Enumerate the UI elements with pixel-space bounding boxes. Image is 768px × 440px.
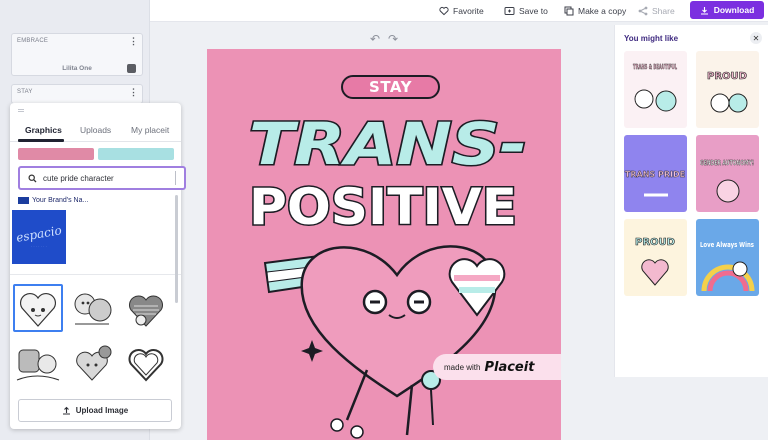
graphic-thumb-3[interactable] [121,284,171,332]
suggestion-thumbnail: GENDER AUTONOMY! [700,159,754,203]
more-options-icon[interactable]: ⋮ [129,87,138,98]
heart-character-icon [19,292,57,327]
layer-label: STAY [17,89,33,95]
headline-line-1: TRANS- [249,110,527,178]
download-icon [700,6,708,15]
suggestion-card-text: PROUD [707,71,747,82]
layer-card-stay[interactable]: STAY ⋮ [11,84,143,104]
suggestion-thumbnail: TRANS PRIDE [625,170,685,197]
brand-kit-row[interactable]: Your Brand's Na... [18,197,88,204]
search-input[interactable] [43,173,171,183]
heart-flag-icon [129,295,163,327]
panel-scrollbar[interactable] [175,195,178,303]
favorite-button[interactable]: Favorite [439,3,484,18]
more-options-icon[interactable]: ⋮ [129,36,138,47]
brand-name: Your Brand's Na... [32,197,89,204]
placeit-watermark: made with Placeit [433,354,561,380]
color-swatch-teal[interactable] [98,148,174,160]
heart-character-illustration[interactable] [207,220,561,440]
undo-icon[interactable]: ↶ [370,32,380,46]
suggestion-card-5[interactable]: PROUD [624,219,687,296]
character-group-icon [74,293,112,325]
suggestion-thumbnail: Love Always Wins [700,241,755,292]
character-scene-icon [16,349,60,381]
upload-icon [62,406,70,415]
suggestion-card-text: Love Always Wins [700,241,754,249]
brand-logo-text: espacio [15,222,63,245]
section-divider [10,274,181,275]
layer-label: EMBRACE [17,38,49,44]
tab-graphics[interactable]: Graphics [25,125,62,135]
suggestion-card-text: GENDER AUTONOMY! [700,159,754,167]
stay-text[interactable]: STAY [341,75,440,99]
search-icon [28,174,37,182]
suggestions-title: You might like [624,34,679,43]
brand-logo[interactable]: espacio · · · · · · · [12,210,66,264]
upload-image-label: Upload Image [75,406,129,415]
heart-doodle-icon [76,345,112,381]
suggestion-card-text: TRANS & BEAUTIFUL [633,63,677,71]
design-canvas[interactable]: STAY TRANS- POSITIVE made with Placeit [207,49,561,440]
search-separator [175,171,176,185]
share-icon [638,6,648,15]
suggestion-card-6[interactable]: Love Always Wins [696,219,759,296]
share-button[interactable]: Share [638,3,675,18]
suggestions-panel: You might like ✕ TRANS & BEAUTIFUL PROUD… [614,25,768,377]
layer-font-name: Lilita One [62,65,92,72]
heart-outline-icon [128,349,164,382]
search-box[interactable] [18,166,186,190]
graphic-thumb-heart-selected[interactable] [13,284,63,332]
download-label: Download [713,5,755,15]
suggestion-card-4[interactable]: GENDER AUTONOMY! [696,135,759,212]
make-copy-label: Make a copy [578,5,627,16]
suggestion-card-text: PROUD [635,237,675,248]
graphics-panel: Graphics Uploads My placeit Your Brand's… [10,103,186,429]
upload-image-button[interactable]: Upload Image [18,399,172,422]
download-button[interactable]: Download [690,1,764,19]
watermark-prefix: made with [444,362,481,372]
suggestion-card-2[interactable]: PROUD [696,51,759,128]
suggestion-card-3[interactable]: TRANS PRIDE [624,135,687,212]
copy-icon [564,6,574,15]
close-icon[interactable]: ✕ [750,32,762,44]
save-to-button[interactable]: Save to [504,3,548,18]
make-copy-button[interactable]: Make a copy [564,3,626,18]
redo-icon[interactable]: ↷ [388,32,398,46]
watermark-brand: Placeit [484,359,535,375]
color-swatch-pink[interactable] [18,148,94,160]
layer-card-embrace[interactable]: EMBRACE ⋮ Lilita One [11,33,143,76]
tab-my-placeit[interactable]: My placeit [131,125,169,135]
share-label: Share [652,5,675,16]
suggestion-thumbnail: TRANS & BEAUTIFUL [633,63,677,112]
save-to-label: Save to [519,5,548,16]
brand-logo-subtext: · · · · · · · [31,243,47,248]
layer-color-swatch[interactable] [127,64,136,73]
brand-thumbnail-icon [18,197,29,204]
heart-icon [439,6,449,15]
favorite-label: Favorite [453,5,484,16]
graphic-thumb-2[interactable] [67,284,117,332]
graphic-thumb-5[interactable] [67,340,117,388]
suggestion-thumbnail: PROUD [635,237,675,286]
save-folder-icon [504,6,515,15]
active-tab-indicator [18,139,64,142]
tab-uploads[interactable]: Uploads [80,125,111,135]
graphic-thumb-4[interactable] [13,340,63,388]
suggestion-card-text: TRANS PRIDE [625,170,685,179]
top-toolbar: Favorite Save to Make a copy Share [150,0,768,22]
graphic-thumb-6[interactable] [121,340,171,388]
suggestion-card-1[interactable]: TRANS & BEAUTIFUL [624,51,687,128]
suggestion-thumbnail: PROUD [707,71,748,113]
drag-handle-icon[interactable] [18,109,24,112]
